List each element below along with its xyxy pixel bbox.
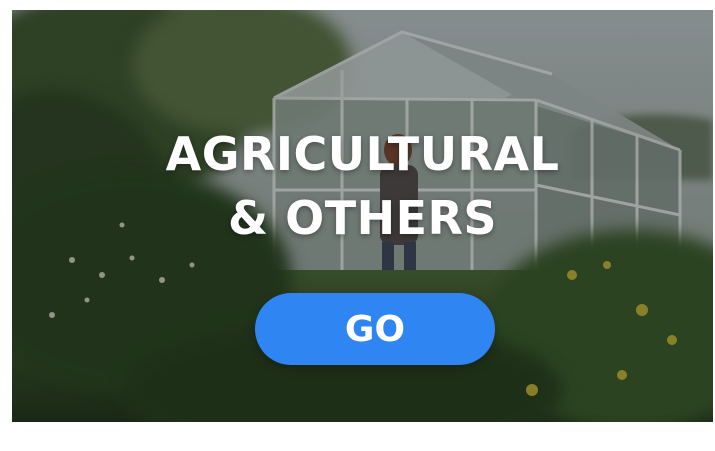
category-title-line-1: AGRICULTURAL — [165, 127, 560, 181]
category-title: AGRICULTURAL & OTHERS — [12, 122, 713, 250]
go-button[interactable]: GO — [255, 293, 495, 365]
category-card[interactable]: AGRICULTURAL & OTHERS GO — [12, 10, 713, 422]
category-title-line-2: & OTHERS — [227, 191, 498, 245]
